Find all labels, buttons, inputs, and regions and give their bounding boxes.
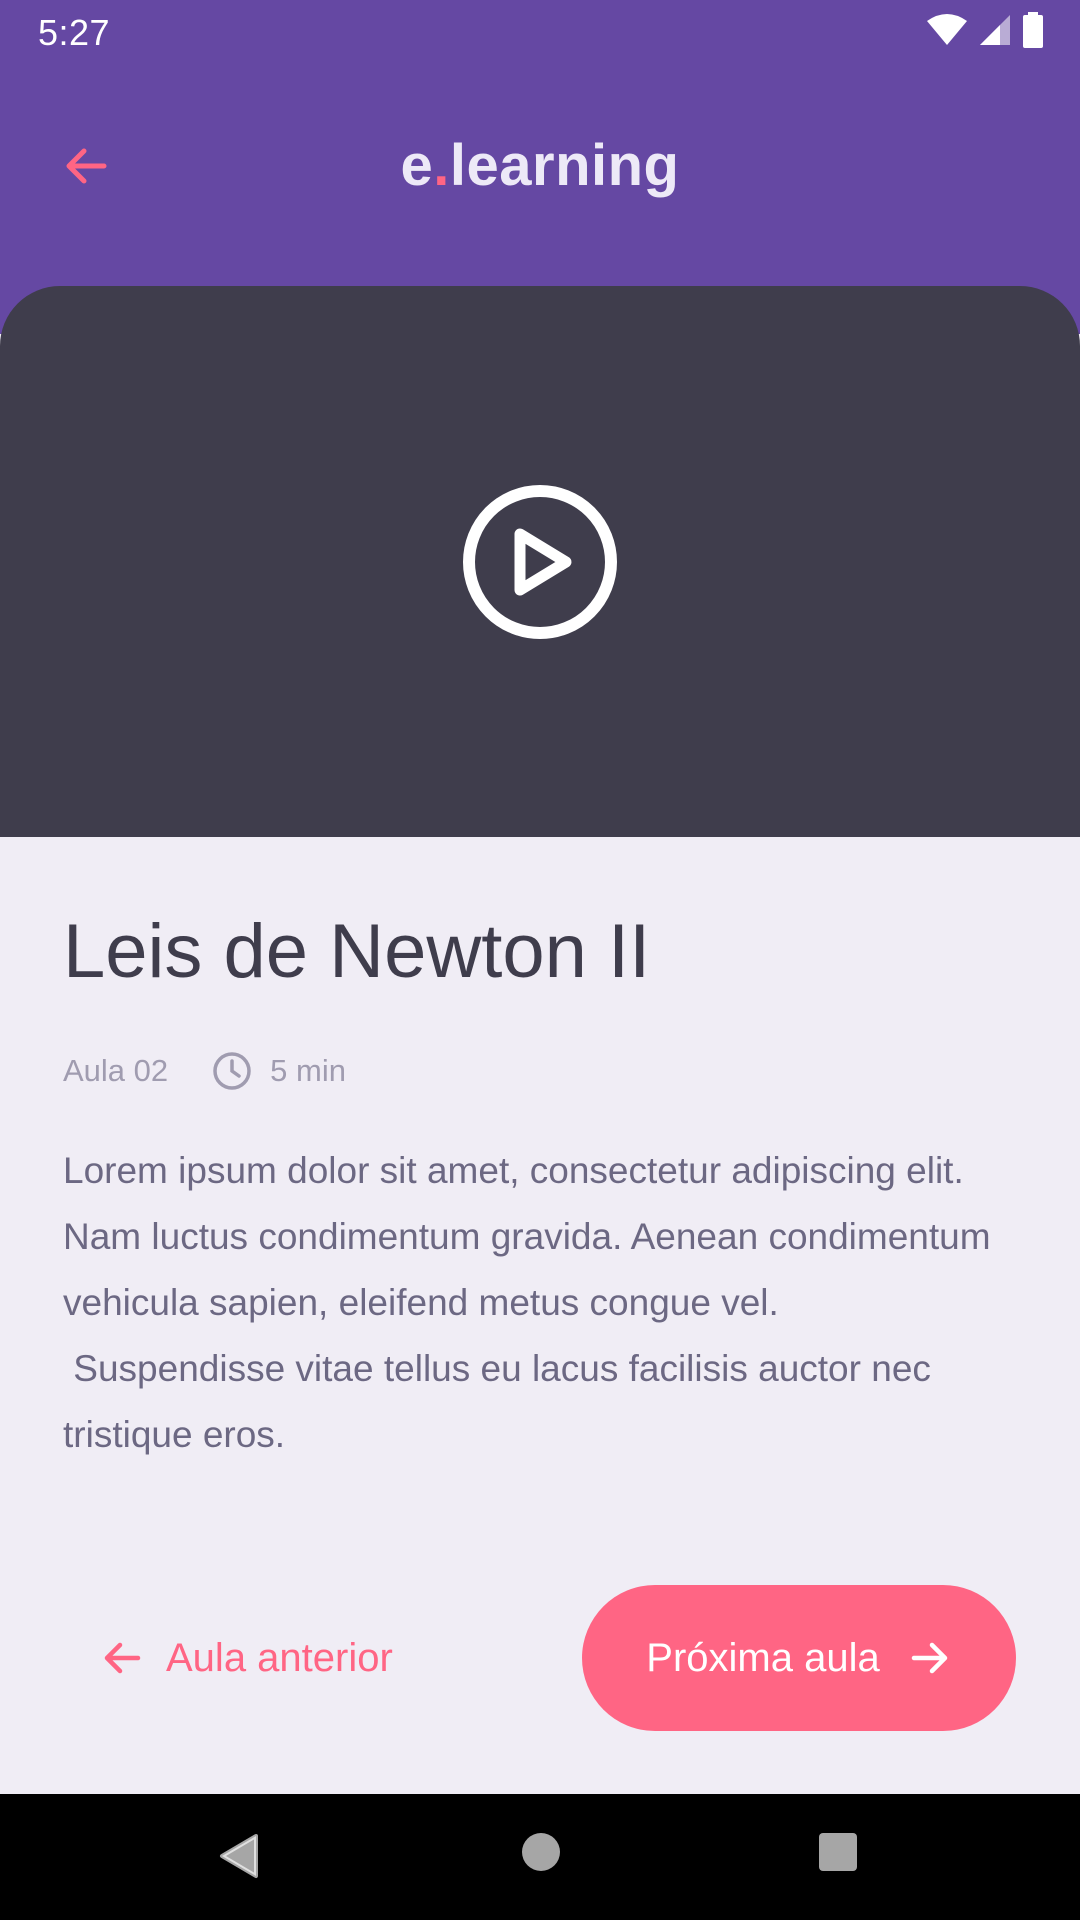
signal-icon bbox=[980, 15, 1010, 45]
logo-prefix: e bbox=[400, 133, 434, 198]
nav-back-icon[interactable] bbox=[218, 1832, 260, 1880]
logo-suffix: learning bbox=[449, 133, 680, 198]
status-bar: 5:27 bbox=[0, 0, 1080, 64]
play-button[interactable] bbox=[462, 484, 618, 640]
lesson-meta: Aula 02 5 min bbox=[63, 1050, 346, 1092]
lesson-title: Leis de Newton II bbox=[63, 909, 651, 994]
previous-lesson-label: Aula anterior bbox=[166, 1635, 393, 1680]
nav-recent-icon[interactable] bbox=[818, 1832, 858, 1872]
status-time: 5:27 bbox=[38, 12, 111, 53]
previous-lesson-button[interactable]: Aula anterior bbox=[100, 1585, 480, 1731]
logo-dot: . bbox=[433, 133, 450, 198]
battery-icon bbox=[1023, 12, 1043, 48]
lesson-description: Lorem ipsum dolor sit amet, consectetur … bbox=[63, 1150, 991, 1455]
lesson-number: Aula 02 bbox=[63, 1053, 169, 1088]
wifi-icon bbox=[927, 14, 967, 45]
nav-home-icon[interactable] bbox=[521, 1832, 561, 1872]
lesson-screen: 5:27 e.learning Leis de Newton II Aula 0… bbox=[0, 0, 1080, 1920]
arrow-left-icon bbox=[100, 1636, 144, 1680]
system-nav-bar bbox=[0, 1794, 1080, 1920]
status-icons bbox=[926, 12, 1044, 48]
arrow-right-icon bbox=[908, 1636, 952, 1680]
next-lesson-label: Próxima aula bbox=[646, 1635, 880, 1680]
clock-icon bbox=[212, 1051, 252, 1091]
lesson-duration: 5 min bbox=[270, 1053, 346, 1088]
next-lesson-button[interactable]: Próxima aula bbox=[582, 1585, 1016, 1731]
app-logo: e.learning bbox=[0, 132, 1080, 199]
play-icon bbox=[463, 485, 617, 639]
